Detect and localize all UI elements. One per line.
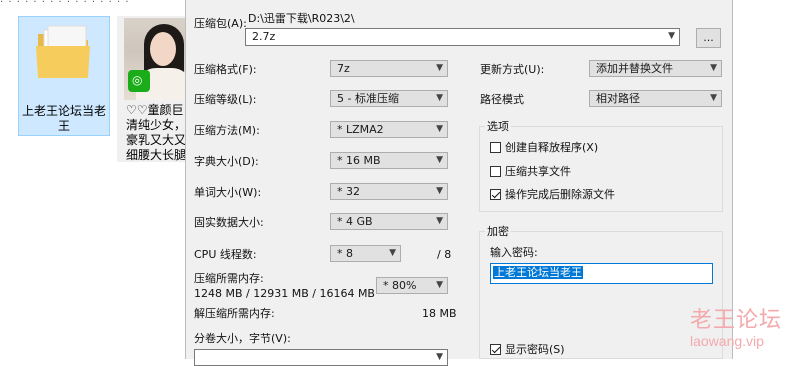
mem-usage-select[interactable]: * 80% ▼ (376, 277, 448, 294)
delete-after-label: 操作完成后删除源文件 (505, 188, 615, 201)
shared-label: 压缩共享文件 (505, 165, 571, 178)
mem-compress-label: 压缩所需内存: (194, 272, 264, 285)
chevron-down-icon: ▼ (436, 93, 443, 103)
chevron-down-icon: ▼ (436, 186, 443, 196)
chevron-down-icon: ▼ (389, 248, 396, 258)
chevron-down-icon: ▼ (436, 155, 443, 165)
mem-decompress-value: 18 MB (422, 307, 457, 320)
sfx-checkbox[interactable] (490, 142, 501, 153)
chevron-down-icon: ▼ (668, 31, 675, 41)
watermark-url: laowang.vip (690, 333, 764, 349)
format-label: 压缩格式(F): (194, 63, 257, 76)
split-volume-combo[interactable]: ▼ (194, 349, 448, 366)
chevron-down-icon: ▼ (436, 216, 443, 226)
chevron-down-icon: ▼ (710, 63, 717, 73)
show-password-checkbox[interactable] (490, 344, 501, 355)
add-to-archive-dialog: 压缩包(A): D:\迅雷下载\R023\2\ 2.7z ▼ ... 压缩格式(F… (185, 0, 733, 366)
update-label: 更新方式(U): (480, 63, 545, 76)
archive-label: 压缩包(A): (194, 17, 247, 30)
chevron-down-icon: ▼ (710, 93, 717, 103)
chevron-down-icon: ▼ (436, 63, 443, 73)
folder-tile-label: 上老王论坛当老王 (21, 104, 106, 133)
word-select[interactable]: * 32 ▼ (330, 183, 448, 200)
folder-icon (34, 22, 92, 82)
format-select[interactable]: 7z ▼ (330, 60, 448, 77)
level-select[interactable]: 5 - 标准压缩 ▼ (330, 90, 448, 107)
level-label: 压缩等级(L): (194, 93, 257, 106)
mem-decompress-label: 解压缩所需内存: (194, 307, 275, 320)
explorer-breadcrumb: · · · · · · · · · · · · · · · · (0, 0, 130, 8)
delete-after-checkbox[interactable] (490, 189, 501, 200)
chevron-down-icon: ▼ (436, 280, 443, 290)
password-label: 输入密码: (490, 246, 538, 259)
mem-compress-detail: 1248 MB / 12931 MB / 16164 MB (194, 287, 375, 300)
image-file-caption: ♡♡童颜巨 清纯少女， 豪乳又大又挺 细腰大长腿 (126, 103, 188, 162)
browse-button[interactable]: ... (696, 28, 721, 48)
encryption-title: 加密 (485, 225, 511, 239)
path-mode-select[interactable]: 相对路径 ▼ (589, 90, 722, 107)
options-title: 选项 (485, 120, 511, 134)
password-selected-text: 上老王论坛当老王 (493, 266, 583, 279)
chevron-down-icon: ▼ (436, 352, 443, 362)
watermark-title: 老王论坛 (690, 308, 783, 333)
wechat-badge-icon: ◎ (128, 70, 150, 92)
pathmode-label: 路径模式 (480, 93, 524, 106)
update-mode-select[interactable]: 添加并替换文件 ▼ (589, 60, 722, 77)
password-input[interactable]: 上老王论坛当老王 (490, 263, 713, 284)
threads-select[interactable]: * 8 ▼ (330, 245, 401, 262)
word-label: 单词大小(W): (194, 186, 262, 199)
method-label: 压缩方法(M): (194, 124, 260, 137)
shared-checkbox[interactable] (490, 166, 501, 177)
threads-max: / 8 (437, 248, 452, 261)
solid-select[interactable]: * 4 GB ▼ (330, 213, 448, 230)
split-label: 分卷大小，字节(V): (194, 332, 291, 345)
threads-label: CPU 线程数: (194, 248, 257, 261)
solid-label: 固实数据大小: (194, 216, 264, 229)
sfx-label: 创建自释放程序(X) (505, 141, 599, 154)
dict-label: 字典大小(D): (194, 155, 259, 168)
show-password-label: 显示密码(S) (505, 343, 565, 356)
archive-path: D:\迅雷下载\R023\2\ (248, 12, 355, 25)
dict-select[interactable]: * 16 MB ▼ (330, 152, 448, 169)
archive-name-combo[interactable]: 2.7z ▼ (245, 28, 680, 46)
method-select[interactable]: * LZMA2 ▼ (330, 121, 448, 138)
chevron-down-icon: ▼ (436, 124, 443, 134)
